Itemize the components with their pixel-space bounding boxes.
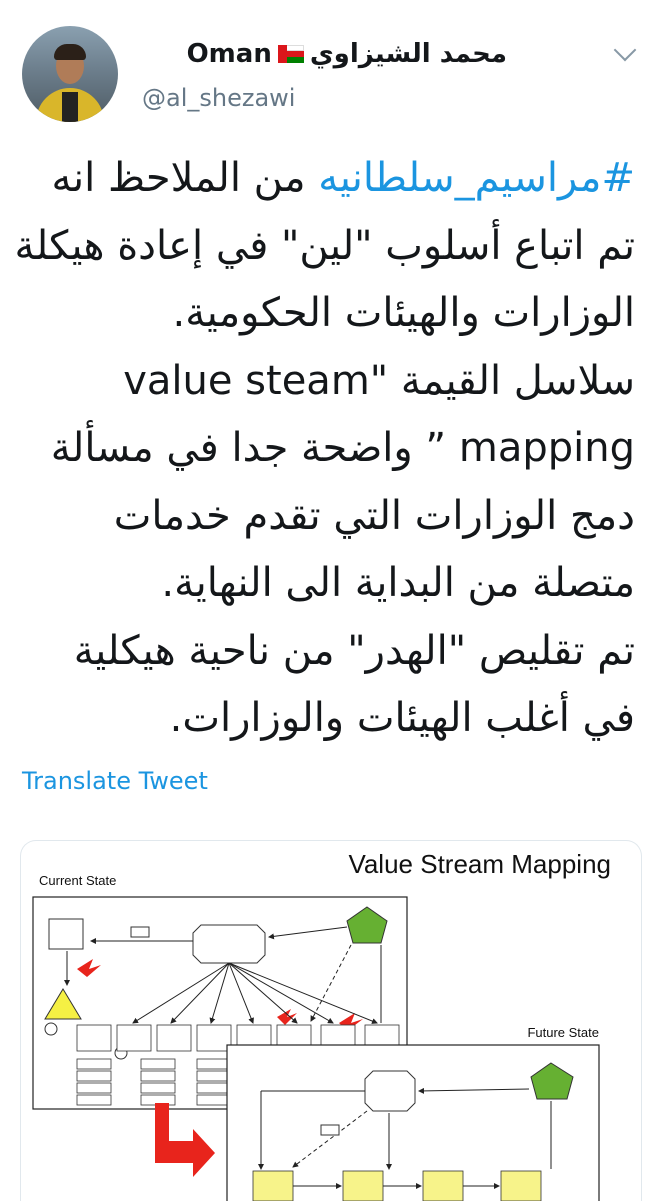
supplier-box — [48, 918, 84, 950]
author-name-arabic: محمد الشيزاوي — [309, 39, 507, 69]
author-name-suffix: Oman — [186, 39, 272, 69]
chevron-down-icon[interactable] — [613, 38, 637, 62]
tweet-text-line: في أغلب الهيئات والوزارات. — [169, 695, 635, 741]
author-name[interactable]: Oman محمد الشيزاوي — [187, 36, 507, 72]
truck-icon — [130, 926, 150, 938]
hashtag-link[interactable]: #مراسيم_سلطانيه — [318, 155, 635, 201]
tweet-text-line: تم تقليص "الهدر" من ناحية هيكلية — [73, 627, 635, 674]
tweet-text-line: متصلة من البداية الى النهاية. — [161, 560, 635, 606]
tweet-text-line: تم اتباع أسلوب "لين" في إعادة هيكلة — [14, 222, 635, 269]
tweet-text: #مراسيم_سلطانيه من الملاحظ انه تم اتباع … — [14, 145, 635, 753]
tweet-text-line: mapping ” واضحة جدا في مسألة — [50, 425, 635, 471]
tweet-text-line: دمج الوزارات التي تقدم خدمات — [113, 492, 635, 539]
tweet-text-fragment: من الملاحظ انه — [51, 155, 319, 201]
diagram-title: Value Stream Mapping — [348, 849, 611, 879]
oman-flag-icon — [277, 45, 304, 63]
tweet-text-line: #مراسيم_سلطانيه من الملاحظ انه — [19, 145, 635, 213]
production-control-box — [364, 1070, 416, 1112]
tweet-header: Oman محمد الشيزاوي @al_shezawi — [0, 0, 657, 140]
value-stream-diagram: Value Stream Mapping Current State Futur… — [32, 849, 611, 1201]
truck-icon — [320, 1124, 340, 1136]
future-state-label: Future State — [527, 1025, 599, 1040]
tweet-text-line: الوزارات والهيئات الحكومية. — [172, 290, 635, 336]
translate-tweet-link[interactable]: Translate Tweet — [22, 767, 208, 795]
tweet-text-line: سلاسل القيمة "value steam — [123, 357, 635, 404]
transition-arrow — [155, 1103, 215, 1177]
current-state-label: Current State — [39, 873, 116, 888]
clock-icon — [44, 1022, 58, 1036]
tweet-media-image[interactable]: Value Stream Mapping Current State Futur… — [20, 840, 642, 1201]
avatar[interactable] — [22, 26, 118, 122]
production-control-box — [192, 924, 266, 964]
author-handle[interactable]: @al_shezawi — [142, 84, 295, 112]
